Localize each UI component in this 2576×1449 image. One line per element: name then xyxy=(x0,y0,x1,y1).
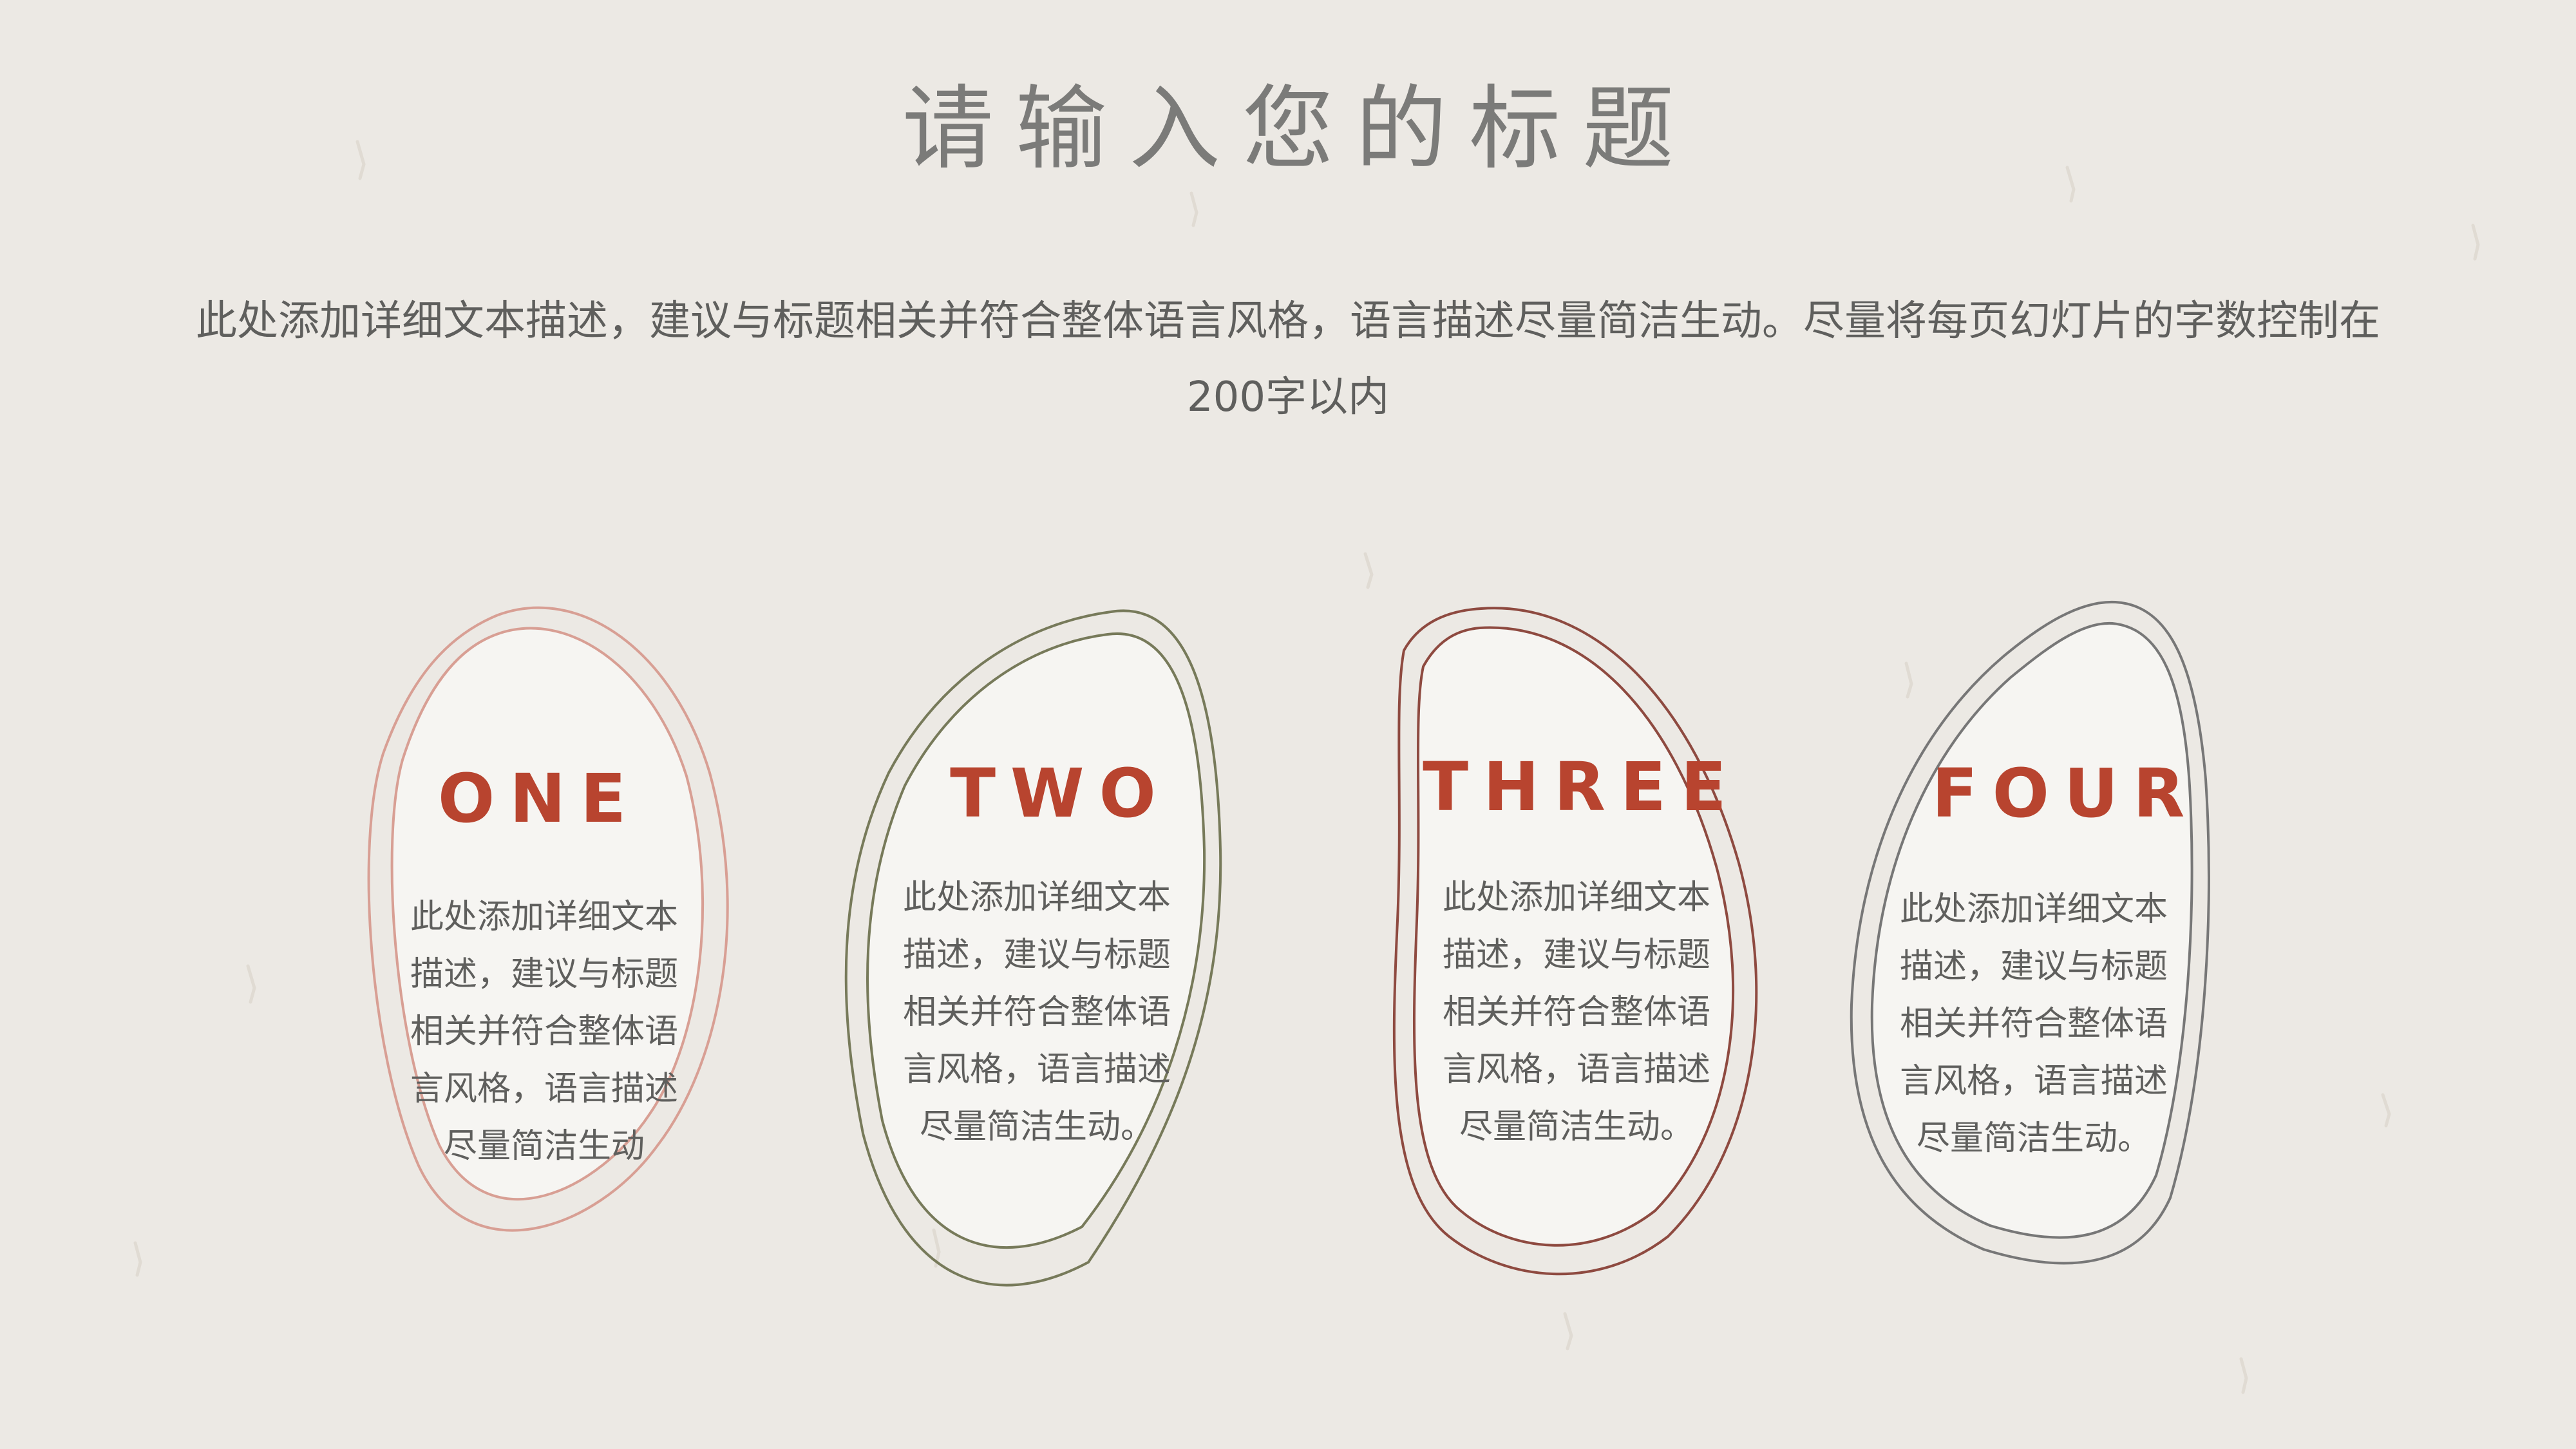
card-four-label: FOUR xyxy=(1931,754,2200,833)
paper-texture-background xyxy=(0,0,2576,1449)
card-two-label: TWO xyxy=(950,754,1171,833)
card-three-text: 此处添加详细文本描述，建议与标题相关并符合整体语言风格，语言描述尽量简洁生动。 xyxy=(1442,878,1710,1146)
card-two-text: 此处添加详细文本描述，建议与标题相关并符合整体语言风格，语言描述尽量简洁生动。 xyxy=(902,878,1171,1146)
card-four-text: 此处添加详细文本描述，建议与标题相关并符合整体语言风格，语言描述尽量简洁生动。 xyxy=(1899,890,2168,1158)
slide: 请输入您的标题 此处添加详细文本描述，建议与标题相关并符合整体语言风格，语言描述… xyxy=(0,0,2576,1449)
card-three-label: THREE xyxy=(1423,748,1741,826)
card-one-label: ONE xyxy=(437,759,641,838)
slide-title: 请输入您的标题 xyxy=(902,76,1696,182)
card-one-text: 此处添加详细文本描述，建议与标题相关并符合整体语言风格，语言描述尽量简洁生动 xyxy=(410,898,678,1166)
slide-description: 此处添加详细文本描述，建议与标题相关并符合整体语言风格，语言描述尽量简洁生动。尽… xyxy=(196,298,2380,421)
